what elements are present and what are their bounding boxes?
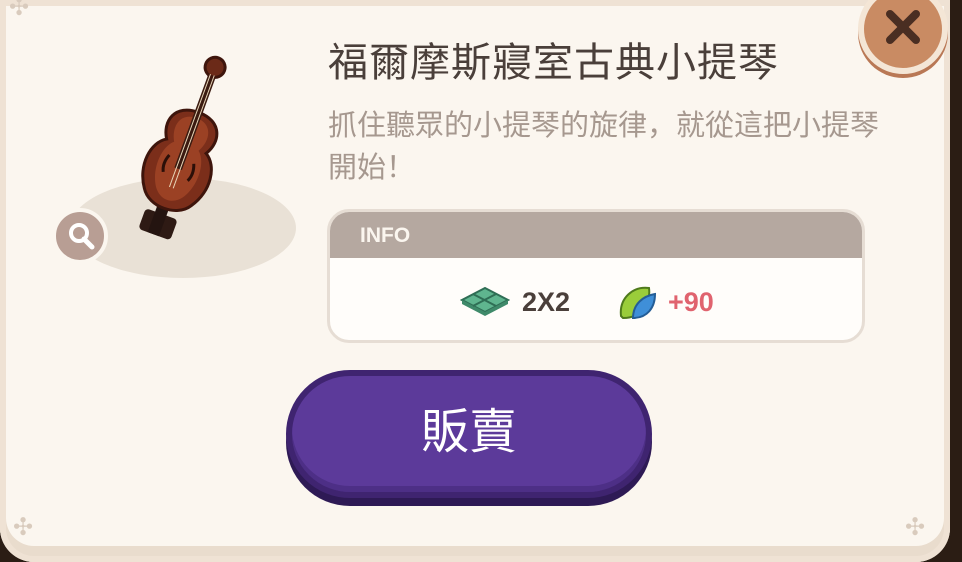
score-value: +90 <box>668 287 714 317</box>
corner-ornament-icon: ✣ <box>12 513 34 541</box>
item-title: 福爾摩斯寢室古典小提琴 <box>328 40 779 86</box>
sell-button[interactable]: 販賣 <box>286 370 652 498</box>
leaf-score-icon <box>619 286 657 320</box>
close-icon <box>886 10 920 44</box>
item-description: 抓住聽眾的小提琴的旋律，就從這把小提琴開始！ <box>328 108 880 184</box>
size-value: 2X2 <box>522 287 571 317</box>
magnifier-icon <box>69 223 95 250</box>
corner-ornament-icon: ✣ <box>904 513 926 541</box>
violin-item-icon <box>139 55 227 240</box>
info-header: INFO <box>330 212 862 258</box>
info-box: INFO 2X2 +90 <box>327 209 865 343</box>
item-detail-panel: ✣ ✣ ✣ 福爾摩斯寢室古典小提琴 抓住聽眾的小提琴的旋律，就從這把小提琴開始！… <box>0 0 950 562</box>
corner-ornament-icon: ✣ <box>8 0 30 21</box>
tile-size-icon <box>460 286 510 316</box>
zoom-button[interactable] <box>52 208 108 264</box>
